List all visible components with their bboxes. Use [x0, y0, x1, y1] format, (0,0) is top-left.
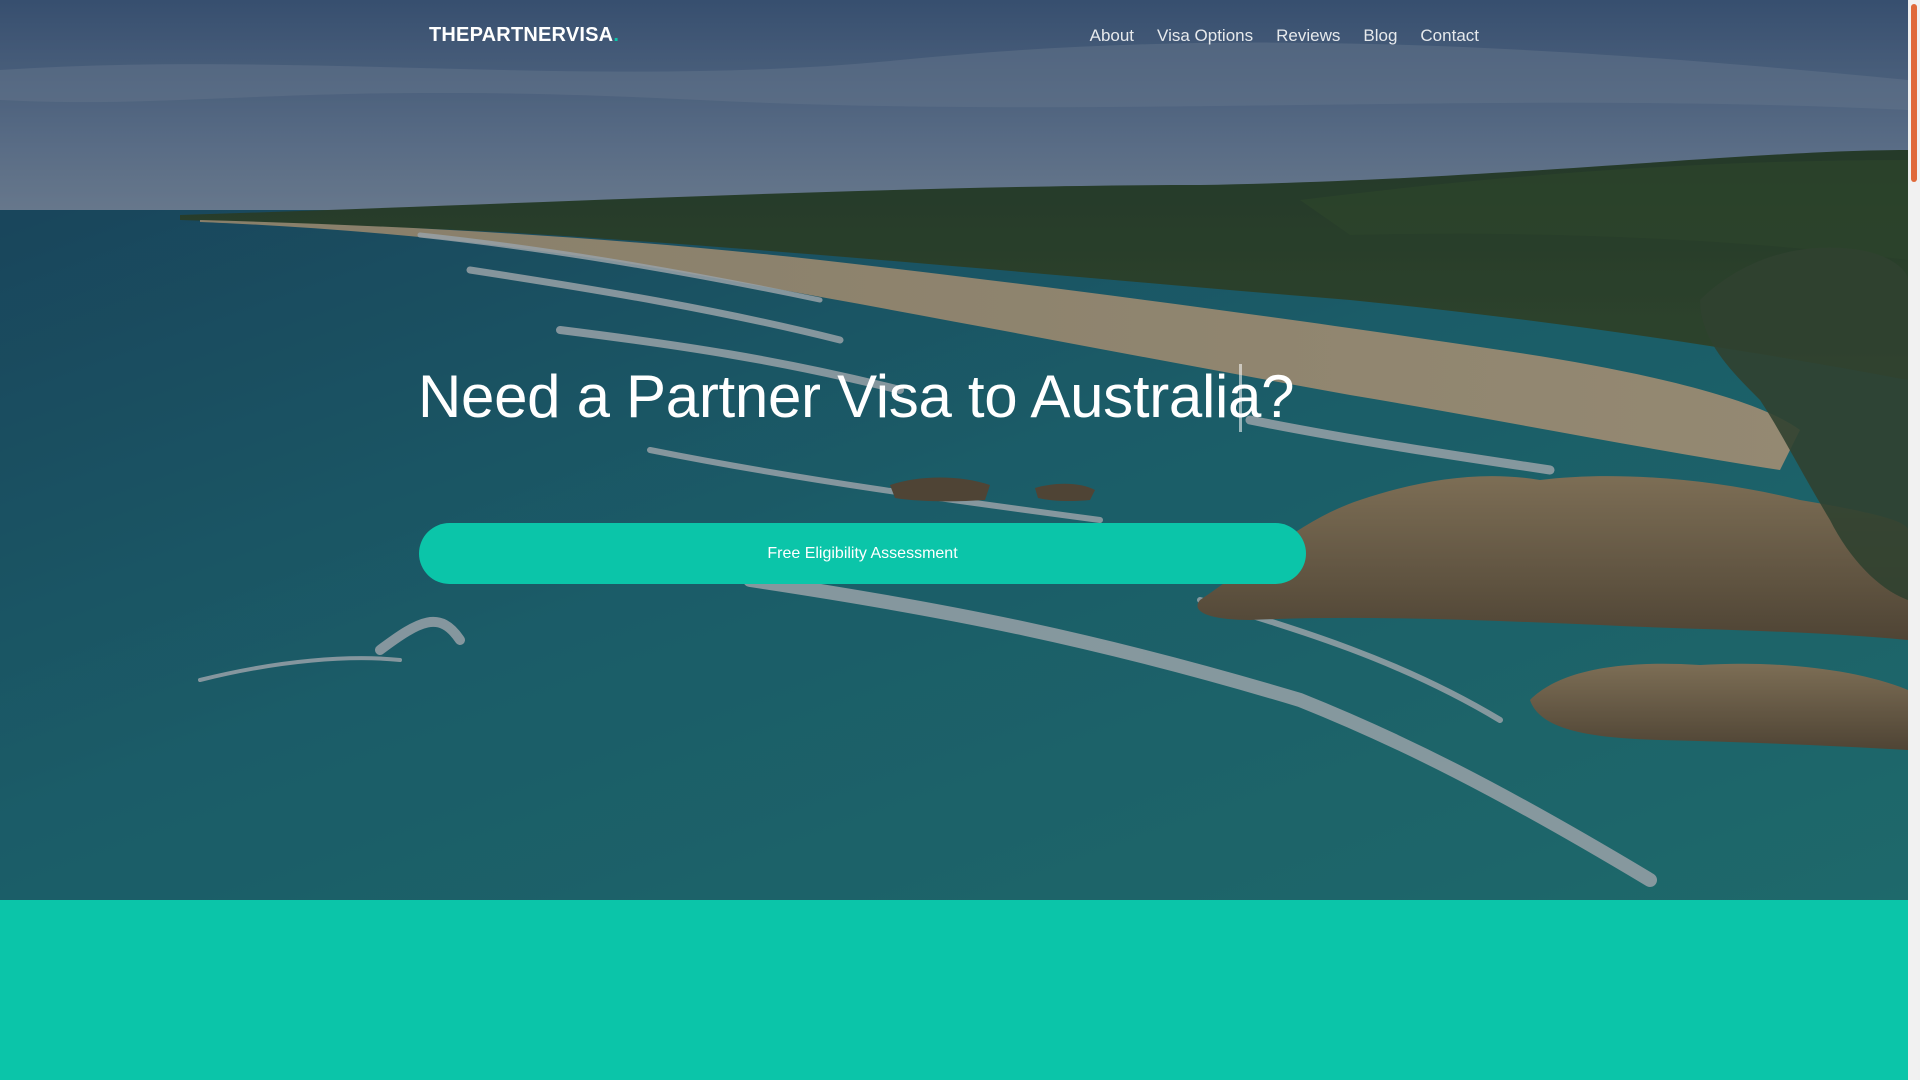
nav-link-contact[interactable]: Contact	[1420, 26, 1479, 46]
teal-section	[0, 900, 1908, 1080]
page: THEPARTNERVISA. About Visa Options Revie…	[0, 0, 1920, 1080]
hero-section	[0, 0, 1908, 900]
nav-link-blog[interactable]: Blog	[1363, 26, 1397, 46]
nav-link-about[interactable]: About	[1090, 26, 1134, 46]
hero-overlay	[0, 0, 1908, 900]
typing-caret	[1239, 364, 1242, 432]
scrollbar-thumb[interactable]	[1911, 4, 1917, 182]
brand-logo[interactable]: THEPARTNERVISA.	[429, 24, 619, 47]
nav-links: About Visa Options Reviews Blog Contact	[1090, 26, 1479, 46]
nav-link-reviews[interactable]: Reviews	[1276, 26, 1340, 46]
top-navigation: THEPARTNERVISA. About Visa Options Revie…	[0, 0, 1908, 76]
brand-name: THEPARTNERVISA	[429, 24, 614, 46]
nav-link-visa-options[interactable]: Visa Options	[1157, 26, 1253, 46]
free-eligibility-assessment-button[interactable]: Free Eligibility Assessment	[419, 523, 1306, 584]
brand-dot: .	[613, 24, 620, 46]
page-scrollbar[interactable]	[1908, 0, 1920, 1080]
hero-headline: Need a Partner Visa to Australia?	[418, 363, 1295, 430]
